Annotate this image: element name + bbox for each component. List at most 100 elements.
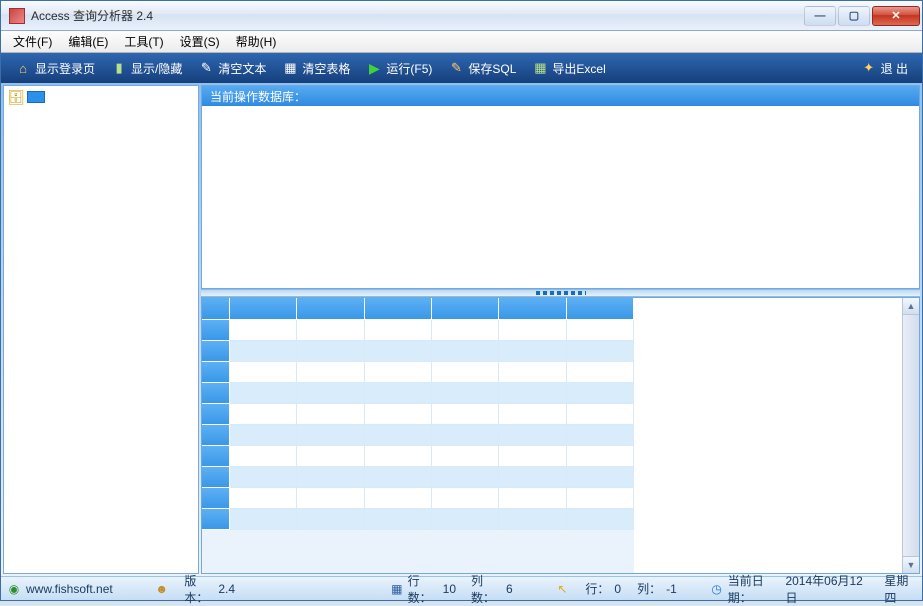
grid-cell[interactable]: [432, 488, 499, 509]
grid-cell[interactable]: [297, 425, 364, 446]
grid-cell[interactable]: [432, 446, 499, 467]
grid-cell[interactable]: [365, 446, 432, 467]
grid-cell[interactable]: [297, 467, 364, 488]
grid-cell[interactable]: [365, 467, 432, 488]
grid-cell[interactable]: [230, 509, 297, 530]
grid-cell[interactable]: [297, 404, 364, 425]
grid-row-header[interactable]: [202, 404, 230, 425]
grid-cell[interactable]: [432, 320, 499, 341]
menu-tools[interactable]: 工具(T): [116, 31, 171, 52]
grid-row[interactable]: [202, 362, 634, 383]
grid-row[interactable]: [202, 467, 634, 488]
grid-col-header[interactable]: [297, 298, 364, 320]
database-tree[interactable]: 🗄: [3, 85, 199, 574]
grid-row-header[interactable]: [202, 509, 230, 530]
grid-cell[interactable]: [499, 488, 566, 509]
grid-cell[interactable]: [230, 320, 297, 341]
grid-cell[interactable]: [365, 341, 432, 362]
grid-cell[interactable]: [365, 425, 432, 446]
clear-grid-button[interactable]: ▦ 清空表格: [274, 58, 358, 79]
grid-row[interactable]: [202, 446, 634, 467]
grid-cell[interactable]: [365, 383, 432, 404]
grid-row[interactable]: [202, 320, 634, 341]
grid-col-header[interactable]: [499, 298, 566, 320]
grid-col-header[interactable]: [365, 298, 432, 320]
grid-cell[interactable]: [567, 383, 634, 404]
clear-text-button[interactable]: ✎ 清空文本: [190, 58, 274, 79]
grid-row-header[interactable]: [202, 341, 230, 362]
grid-cell[interactable]: [432, 404, 499, 425]
grid-cell[interactable]: [499, 362, 566, 383]
scroll-down-icon[interactable]: ▼: [903, 556, 919, 573]
grid-cell[interactable]: [567, 467, 634, 488]
grid-col-header[interactable]: [567, 298, 634, 320]
horizontal-splitter[interactable]: [201, 289, 920, 297]
grid-cell[interactable]: [432, 509, 499, 530]
grid-cell[interactable]: [230, 341, 297, 362]
tree-root-row[interactable]: 🗄: [4, 86, 198, 108]
scroll-track[interactable]: [903, 315, 919, 556]
grid-cell[interactable]: [432, 467, 499, 488]
sql-textarea[interactable]: [202, 106, 919, 288]
grid-cell[interactable]: [567, 446, 634, 467]
grid-cell[interactable]: [432, 362, 499, 383]
grid-cell[interactable]: [230, 383, 297, 404]
grid-col-header[interactable]: [230, 298, 297, 320]
grid-cell[interactable]: [499, 383, 566, 404]
minimize-button[interactable]: —: [804, 6, 836, 26]
grid-cell[interactable]: [297, 320, 364, 341]
grid-cell[interactable]: [230, 425, 297, 446]
grid-row[interactable]: [202, 404, 634, 425]
run-button[interactable]: ▶ 运行(F5): [358, 58, 440, 79]
grid-cell[interactable]: [567, 488, 634, 509]
grid-cell[interactable]: [432, 425, 499, 446]
grid-cell[interactable]: [499, 320, 566, 341]
menu-file[interactable]: 文件(F): [5, 31, 60, 52]
grid-cell[interactable]: [365, 488, 432, 509]
grid-cell[interactable]: [230, 446, 297, 467]
grid-row[interactable]: [202, 341, 634, 362]
vertical-scrollbar[interactable]: ▲ ▼: [902, 298, 919, 573]
grid-row-header[interactable]: [202, 425, 230, 446]
grid-cell[interactable]: [567, 509, 634, 530]
grid-cell[interactable]: [567, 404, 634, 425]
grid-cell[interactable]: [567, 341, 634, 362]
grid-row[interactable]: [202, 383, 634, 404]
grid-cell[interactable]: [365, 404, 432, 425]
grid-row[interactable]: [202, 509, 634, 530]
grid-cell[interactable]: [230, 362, 297, 383]
maximize-button[interactable]: ▢: [838, 6, 870, 26]
grid-cell[interactable]: [499, 509, 566, 530]
grid-row[interactable]: [202, 425, 634, 446]
grid-row-header[interactable]: [202, 467, 230, 488]
show-hide-button[interactable]: ▮ 显示/隐藏: [103, 58, 190, 79]
grid-cell[interactable]: [499, 467, 566, 488]
grid-cell[interactable]: [567, 362, 634, 383]
grid-cell[interactable]: [230, 488, 297, 509]
grid-row-header[interactable]: [202, 362, 230, 383]
menu-help[interactable]: 帮助(H): [228, 31, 285, 52]
grid-cell[interactable]: [499, 425, 566, 446]
grid-cell[interactable]: [432, 383, 499, 404]
grid-row-header[interactable]: [202, 488, 230, 509]
grid-cell[interactable]: [365, 362, 432, 383]
grid-cell[interactable]: [567, 425, 634, 446]
grid-col-header[interactable]: [432, 298, 499, 320]
grid-row-header[interactable]: [202, 320, 230, 341]
grid-cell[interactable]: [297, 446, 364, 467]
grid-cell[interactable]: [499, 341, 566, 362]
results-grid[interactable]: [202, 298, 634, 573]
grid-row[interactable]: [202, 488, 634, 509]
scroll-up-icon[interactable]: ▲: [903, 298, 919, 315]
save-sql-button[interactable]: ✎ 保存SQL: [440, 58, 524, 79]
grid-row-header[interactable]: [202, 383, 230, 404]
grid-cell[interactable]: [499, 404, 566, 425]
grid-cell[interactable]: [230, 404, 297, 425]
grid-cell[interactable]: [432, 341, 499, 362]
menu-edit[interactable]: 编辑(E): [60, 31, 116, 52]
grid-cell[interactable]: [297, 509, 364, 530]
grid-cell[interactable]: [365, 509, 432, 530]
grid-cell[interactable]: [567, 320, 634, 341]
export-excel-button[interactable]: ▦ 导出Excel: [524, 58, 613, 79]
grid-cell[interactable]: [297, 383, 364, 404]
